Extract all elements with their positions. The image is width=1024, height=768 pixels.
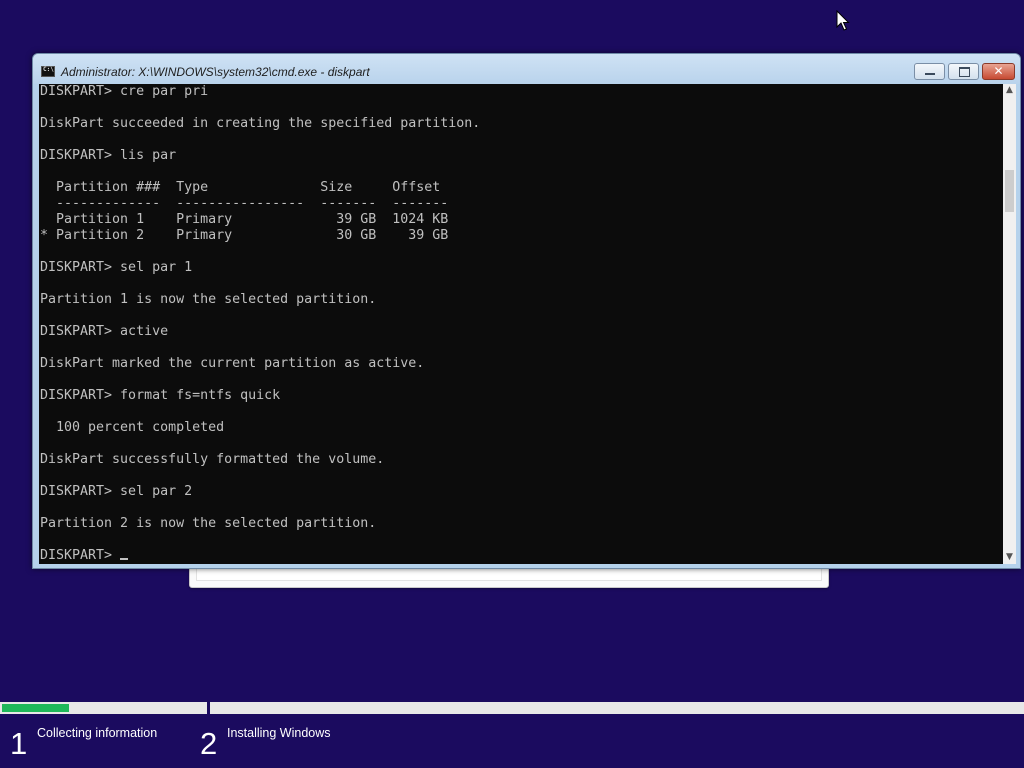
text-cursor xyxy=(120,558,129,560)
console-line: DISKPART> format fs=ntfs quick xyxy=(40,388,281,403)
setup-progress-bar xyxy=(0,702,1024,714)
console-line: * Partition 2 Primary 30 GB 39 GB xyxy=(40,228,449,243)
progress-step-divider xyxy=(207,702,210,714)
cmd-app-icon[interactable] xyxy=(41,66,55,77)
console-line: DiskPart marked the current partition as… xyxy=(40,356,425,371)
console-line: Partition 2 is now the selected partitio… xyxy=(40,516,377,531)
console-prompt: DISKPART> xyxy=(40,548,121,563)
console-line: Partition ### Type Size Offset xyxy=(40,180,441,195)
console-line: DISKPART> lis par xyxy=(40,148,177,163)
scrollbar-thumb[interactable] xyxy=(1005,170,1014,212)
scroll-down-icon[interactable]: ▼ xyxy=(1003,551,1016,564)
console-line: DiskPart successfully formatted the volu… xyxy=(40,452,385,467)
console-line: 100 percent completed xyxy=(40,420,225,435)
close-icon: ✕ xyxy=(993,64,1004,78)
console-line: DISKPART> sel par 2 xyxy=(40,484,193,499)
vertical-scrollbar[interactable]: ▲ ▼ xyxy=(1003,84,1016,564)
step-label: Collecting information xyxy=(37,726,158,740)
console-line: DISKPART> cre par pri xyxy=(40,84,209,99)
window-title: Administrator: X:\WINDOWS\system32\cmd.e… xyxy=(61,65,370,79)
minimize-button[interactable] xyxy=(914,63,945,80)
close-button[interactable]: ✕ xyxy=(982,63,1015,80)
step-number: 1 xyxy=(10,726,28,761)
console-line: Partition 1 is now the selected partitio… xyxy=(40,292,377,307)
step-label: Installing Windows xyxy=(227,726,331,740)
maximize-icon xyxy=(959,67,970,77)
console-text: DISKPART> cre par pri DiskPart succeeded… xyxy=(39,84,1003,564)
scroll-up-icon[interactable]: ▲ xyxy=(1003,84,1016,97)
minimize-icon xyxy=(925,73,935,75)
step-number: 2 xyxy=(200,726,218,761)
desktop-background: Administrator: X:\WINDOWS\system32\cmd.e… xyxy=(0,0,1024,768)
console-line: DiskPart succeeded in creating the speci… xyxy=(40,116,481,131)
progress-fill xyxy=(2,704,69,712)
console-line: DISKPART> sel par 1 xyxy=(40,260,193,275)
cmd-window[interactable]: Administrator: X:\WINDOWS\system32\cmd.e… xyxy=(32,53,1021,569)
console-line: ------------- ---------------- ------- -… xyxy=(40,196,449,211)
console-line: DISKPART> active xyxy=(40,324,169,339)
maximize-button[interactable] xyxy=(948,63,979,80)
console-line: Partition 1 Primary 39 GB 1024 KB xyxy=(40,212,449,227)
cmd-titlebar[interactable]: Administrator: X:\WINDOWS\system32\cmd.e… xyxy=(33,54,1020,84)
console-output[interactable]: DISKPART> cre par pri DiskPart succeeded… xyxy=(39,84,1003,564)
